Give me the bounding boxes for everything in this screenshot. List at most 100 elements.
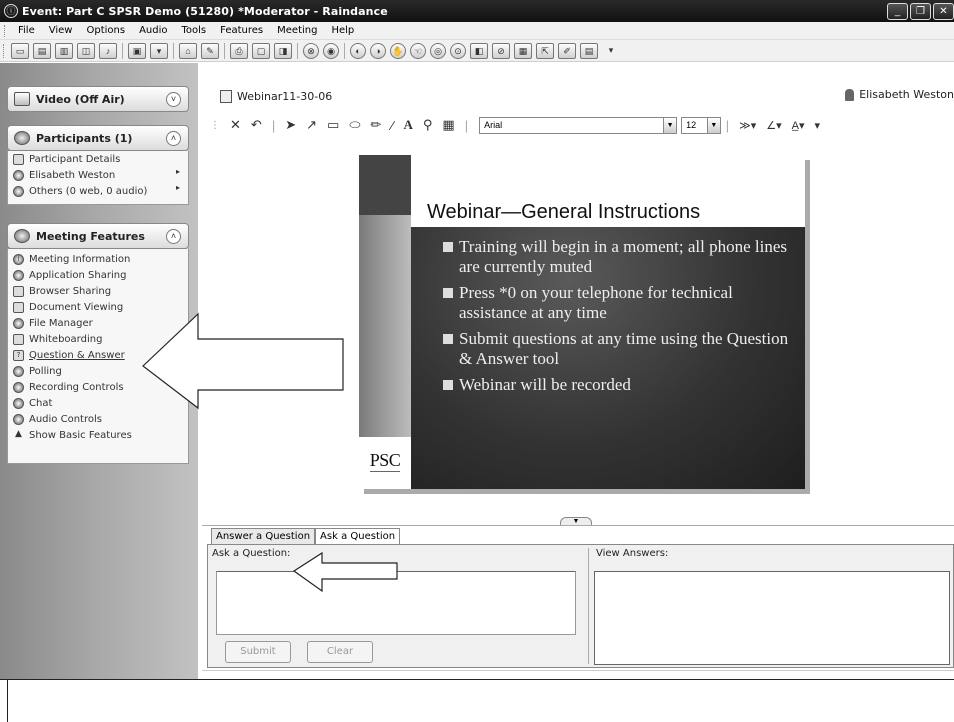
minimize-button[interactable]: _ — [887, 3, 908, 20]
mic-mute-icon[interactable]: ◑ — [370, 42, 386, 59]
others-item[interactable]: Others (0 web, 0 audio) ▸ — [8, 183, 188, 199]
doc-icon[interactable]: ▤ — [580, 42, 598, 59]
menu-features[interactable]: Features — [213, 25, 270, 36]
highlighter-icon[interactable]: ⁄ — [391, 118, 393, 133]
unlock-icon[interactable]: ◨ — [274, 42, 292, 59]
window-controls: _ ❐ ✕ — [887, 3, 954, 20]
answers-list[interactable] — [594, 571, 950, 665]
app-icon[interactable]: ⓘ — [4, 4, 18, 18]
camera-icon[interactable]: ◎ — [430, 42, 446, 59]
menu-meeting[interactable]: Meeting — [270, 25, 324, 36]
view-answers-section: View Answers: — [588, 548, 952, 665]
question-input[interactable] — [216, 571, 576, 635]
panel-divider[interactable] — [202, 525, 954, 526]
collapse-icon[interactable]: ˄ — [166, 131, 181, 146]
triangle-up-icon: ▲ — [15, 428, 22, 439]
restore-button[interactable]: ❐ — [910, 3, 931, 20]
menu-file[interactable]: File — [11, 25, 42, 36]
screen-view-icon[interactable]: ▥ — [55, 42, 73, 59]
feature-show-basic[interactable]: ▲ Show Basic Features — [8, 427, 188, 443]
overflow-icon[interactable]: ▾ — [602, 43, 620, 59]
separator: | — [271, 117, 276, 133]
notes-icon[interactable]: ✐ — [558, 42, 576, 59]
line-color-icon[interactable]: ∠▾ — [766, 119, 781, 132]
feature-chat[interactable]: Chat — [8, 395, 188, 411]
edit-icon[interactable]: ✎ — [201, 42, 219, 59]
feature-polling[interactable]: Polling — [8, 363, 188, 379]
toolbar-grip — [3, 43, 6, 58]
title-bar: ⓘ Event: Part C SPSR Demo (51280) *Moder… — [0, 0, 954, 22]
feature-browser-sharing[interactable]: Browser Sharing — [8, 283, 188, 299]
open-folder-icon[interactable]: ⌂ — [179, 42, 197, 59]
font-select[interactable]: Arial ▼ — [479, 116, 678, 134]
overflow-icon[interactable]: ▾ — [814, 119, 820, 132]
arrow-icon[interactable]: ↗ — [306, 117, 317, 133]
pointer-icon[interactable]: ➤ — [285, 117, 296, 133]
menu-help[interactable]: Help — [324, 25, 361, 36]
print-icon[interactable]: ⎙ — [230, 42, 248, 59]
text-icon[interactable]: A — [404, 117, 413, 133]
audio-icon — [13, 413, 24, 425]
feature-meeting-information[interactable]: i Meeting Information — [8, 251, 188, 267]
menu-tools[interactable]: Tools — [175, 25, 214, 36]
image-icon[interactable]: ▣ — [128, 42, 146, 59]
pen-icon[interactable]: ✏ — [370, 117, 381, 133]
pointer-icon[interactable]: ☜ — [410, 42, 426, 59]
collapse-icon[interactable]: ˄ — [166, 229, 181, 244]
menu-audio[interactable]: Audio — [132, 25, 174, 36]
dropdown-icon[interactable]: ▾ — [150, 42, 168, 59]
psc-logo: PSC — [359, 437, 411, 489]
audio-control-icon[interactable]: ♪ — [99, 42, 117, 59]
disabled-icon[interactable]: ⊘ — [492, 42, 510, 59]
qa-tabs: Answer a Question Ask a Question — [211, 528, 401, 546]
tab-answer-question[interactable]: Answer a Question — [211, 528, 316, 545]
features-panel-header[interactable]: Meeting Features ˄ — [7, 223, 189, 249]
feature-document-viewing[interactable]: Document Viewing — [8, 299, 188, 315]
presenter-indicator: Elisabeth Weston — [845, 88, 954, 101]
feature-recording-controls[interactable]: Recording Controls — [8, 379, 188, 395]
clear-button[interactable]: Clear — [307, 641, 373, 663]
share-icon[interactable]: ◧ — [470, 42, 488, 59]
screenshot-icon[interactable]: ▦ — [442, 117, 454, 133]
video-panel-header[interactable]: Video (Off Air) ˅ — [7, 86, 189, 112]
submit-button[interactable]: Submit — [225, 641, 291, 663]
toolbar-separator — [297, 42, 298, 59]
chevron-down-icon: ▼ — [706, 117, 720, 133]
ellipse-icon[interactable]: ⬭ — [349, 117, 360, 133]
font-color-icon[interactable]: A̲▾ — [792, 119, 805, 132]
rectangle-icon[interactable]: ▭ — [327, 117, 339, 133]
participants-panel-header[interactable]: Participants (1) ˄ — [7, 125, 189, 151]
slide-bullets: Training will begin in a moment; all pho… — [443, 237, 795, 401]
hand-icon[interactable]: ✋ — [390, 42, 406, 59]
line-style-icon[interactable]: ≫▾ — [739, 119, 756, 132]
menu-grip — [4, 24, 7, 37]
presentation-view-icon[interactable]: ▤ — [33, 42, 51, 59]
lock-icon[interactable]: ▢ — [252, 42, 270, 59]
export-icon[interactable]: ⇱ — [536, 42, 554, 59]
clear-icon[interactable]: ✕ — [230, 117, 241, 133]
zoom-icon[interactable]: ⚲ — [423, 117, 433, 133]
panel-icon[interactable]: ▦ — [514, 42, 532, 59]
mic-icon[interactable]: ◐ — [350, 42, 366, 59]
menu-bar: File View Options Audio Tools Features M… — [0, 22, 954, 40]
expand-icon[interactable]: ˅ — [166, 92, 181, 107]
layout-icon[interactable]: ▭ — [11, 42, 29, 59]
menu-options[interactable]: Options — [79, 25, 132, 36]
undo-icon[interactable]: ↶ — [251, 117, 262, 133]
participant-item[interactable]: Elisabeth Weston ▸ — [8, 167, 188, 183]
feature-application-sharing[interactable]: Application Sharing — [8, 267, 188, 283]
close-button[interactable]: ✕ — [933, 3, 954, 20]
feature-audio-controls[interactable]: Audio Controls — [8, 411, 188, 427]
settings-icon[interactable]: ⊙ — [450, 42, 466, 59]
application-sharing-icon — [13, 269, 24, 281]
window-view-icon[interactable]: ◫ — [77, 42, 95, 59]
stop-icon[interactable]: ⊗ — [303, 42, 319, 59]
record-icon[interactable]: ◉ — [323, 42, 339, 59]
participant-details-item[interactable]: Participant Details — [8, 151, 188, 167]
feature-file-manager[interactable]: File Manager — [8, 315, 188, 331]
font-size-select[interactable]: 12 ▼ — [681, 116, 721, 134]
feature-question-answer[interactable]: ? Question & Answer — [8, 347, 188, 363]
gear-icon — [14, 229, 30, 243]
feature-whiteboarding[interactable]: Whiteboarding — [8, 331, 188, 347]
menu-view[interactable]: View — [42, 25, 80, 36]
